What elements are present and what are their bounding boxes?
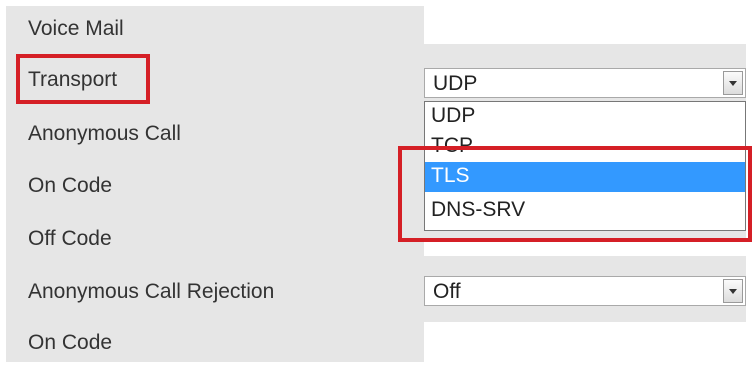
transport-select[interactable]: UDP: [424, 68, 746, 98]
transport-option-udp[interactable]: UDP: [425, 102, 745, 132]
transport-select-value: UDP: [433, 72, 478, 95]
chevron-down-icon[interactable]: [723, 71, 743, 95]
anonymous-call-label: Anonymous Call: [28, 122, 181, 145]
voice-mail-label: Voice Mail: [28, 17, 124, 40]
on-code-label: On Code: [28, 174, 113, 197]
off-code-field[interactable]: [424, 242, 748, 256]
anonymous-call-rejection-label: Anonymous Call Rejection: [28, 280, 275, 303]
rejection-on-code-label: On Code: [28, 331, 113, 354]
rejection-on-code-field[interactable]: [424, 322, 748, 362]
anonymous-call-rejection-select[interactable]: Off: [424, 276, 746, 306]
off-code-label: Off Code: [28, 227, 112, 250]
transport-options-highlight: [398, 146, 752, 242]
anonymous-call-rejection-value: Off: [433, 280, 461, 303]
voice-mail-field[interactable]: [424, 6, 748, 44]
chevron-down-icon[interactable]: [723, 279, 743, 303]
transport-label-highlight: [16, 54, 150, 104]
